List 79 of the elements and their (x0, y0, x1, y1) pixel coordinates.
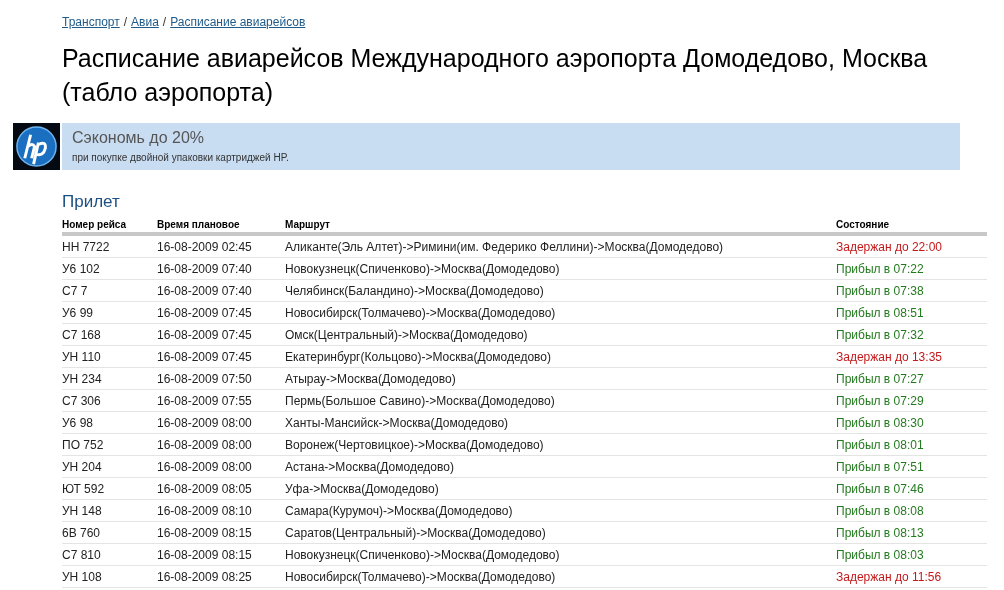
table-cell: 16-08-2009 08:00 (157, 433, 285, 456)
column-header: Номер рейса (62, 216, 157, 234)
column-header: Маршрут (285, 216, 836, 234)
table-cell: Прибыл в 07:32 (836, 323, 987, 346)
table-cell: НН 7722 (62, 234, 157, 258)
table-cell: Пермь(Большое Савино)->Москва(Домодедово) (285, 389, 836, 412)
table-cell: 16-08-2009 07:40 (157, 257, 285, 280)
table-cell: 16-08-2009 08:10 (157, 499, 285, 522)
breadcrumb-link[interactable]: Расписание авиарейсов (170, 15, 306, 29)
table-cell: УН 148 (62, 499, 157, 522)
table-cell: Прибыл в 08:08 (836, 499, 987, 522)
table-cell: 16-08-2009 07:45 (157, 323, 285, 346)
table-cell: У6 99 (62, 301, 157, 324)
table-cell: Задержан до 13:35 (836, 345, 987, 368)
table-cell: 16-08-2009 08:15 (157, 543, 285, 566)
table-cell: Прибыл в 08:51 (836, 301, 987, 324)
breadcrumb-separator: / (162, 15, 167, 29)
table-cell: 16-08-2009 08:15 (157, 521, 285, 544)
table-cell: 16-08-2009 02:45 (157, 234, 285, 258)
section-heading: Прилет (62, 192, 121, 212)
table-cell: Новокузнецк(Спиченково)->Москва(Домодедово) (285, 257, 836, 280)
table-cell: С7 306 (62, 389, 157, 412)
table-cell: УН 110 (62, 345, 157, 368)
table-cell: Прибыл в 08:01 (836, 433, 987, 456)
table-cell: Уфа->Москва(Домодедово) (285, 477, 836, 500)
breadcrumb-link[interactable]: Авиа (131, 15, 159, 29)
breadcrumb-separator: / (123, 15, 128, 29)
breadcrumb-link[interactable]: Транспорт (62, 15, 120, 29)
table-cell: С7 168 (62, 323, 157, 346)
table-cell: Саратов(Центральный)->Москва(Домодедово) (285, 521, 836, 544)
table-cell: 16-08-2009 07:50 (157, 367, 285, 390)
table-cell: Воронеж(Чертовицкое)->Москва(Домодедово) (285, 433, 836, 456)
table-cell: ЮТ 592 (62, 477, 157, 500)
ad-banner[interactable]: Сэкономь до 20% при покупке двойной упаковки картриджей HP. (62, 123, 960, 170)
table-cell: С7 810 (62, 543, 157, 566)
table-cell: 16-08-2009 07:55 (157, 389, 285, 412)
table-cell: 16-08-2009 08:00 (157, 411, 285, 434)
table-cell: Прибыл в 07:29 (836, 389, 987, 412)
table-cell: Аликанте(Эль Алтет)->Римини(им. Федерико Феллини)->Москва(Домодедово) (285, 234, 836, 258)
table-cell: 16-08-2009 08:25 (157, 565, 285, 588)
table-cell: 16-08-2009 07:40 (157, 279, 285, 302)
table-cell: 16-08-2009 07:45 (157, 301, 285, 324)
column-header: Состояние (836, 216, 987, 234)
column-header: Время плановое (157, 216, 285, 234)
table-cell: Омск(Центральный)->Москва(Домодедово) (285, 323, 836, 346)
table-cell: Прибыл в 07:38 (836, 279, 987, 302)
table-cell: Задержан до 11:56 (836, 565, 987, 588)
table-cell: Атырау->Москва(Домодедово) (285, 367, 836, 390)
table-cell: Новосибирск(Толмачево)->Москва(Домодедово) (285, 301, 836, 324)
logo-icon[interactable] (13, 123, 60, 170)
table-cell: Задержан до 22:00 (836, 234, 987, 258)
table-cell: ПО 752 (62, 433, 157, 456)
table-cell: Прибыл в 08:13 (836, 521, 987, 544)
table-cell: Прибыл в 08:03 (836, 543, 987, 566)
table-cell: Самара(Курумоч)->Москва(Домодедово) (285, 499, 836, 522)
table-cell: Прибыл в 07:27 (836, 367, 987, 390)
page-title: Расписание авиарейсов Международного аэропорта Домодедово, Москва (табло аэропорта) (62, 43, 929, 108)
table-cell: Прибыл в 07:22 (836, 257, 987, 280)
table-cell: Новокузнецк(Спиченково)->Москва(Домодедово) (285, 543, 836, 566)
table-cell: С7 7 (62, 279, 157, 302)
table-cell: 16-08-2009 08:00 (157, 455, 285, 478)
table-cell: Екатеринбург(Кольцово)->Москва(Домодедово) (285, 345, 836, 368)
ad-headline: Сэкономь до 20% (72, 128, 205, 148)
table-cell: 6В 760 (62, 521, 157, 544)
table-cell: У6 98 (62, 411, 157, 434)
table-cell: Прибыл в 07:46 (836, 477, 987, 500)
table-cell: 16-08-2009 08:05 (157, 477, 285, 500)
table-cell: УН 108 (62, 565, 157, 588)
table-cell: УН 234 (62, 367, 157, 390)
table-cell: 16-08-2009 07:45 (157, 345, 285, 368)
table-cell: Прибыл в 08:30 (836, 411, 987, 434)
table-cell: Прибыл в 07:51 (836, 455, 987, 478)
ad-text: при покупке двойной упаковки картриджей HP. (72, 152, 290, 163)
table-cell: У6 102 (62, 257, 157, 280)
table-cell: Челябинск(Баландино)->Москва(Домодедово) (285, 279, 836, 302)
table-cell: УН 204 (62, 455, 157, 478)
table-cell: Ханты-Мансийск->Москва(Домодедово) (285, 411, 836, 434)
table-cell: Новосибирск(Толмачево)->Москва(Домодедово) (285, 565, 836, 588)
table-cell: Астана->Москва(Домодедово) (285, 455, 836, 478)
